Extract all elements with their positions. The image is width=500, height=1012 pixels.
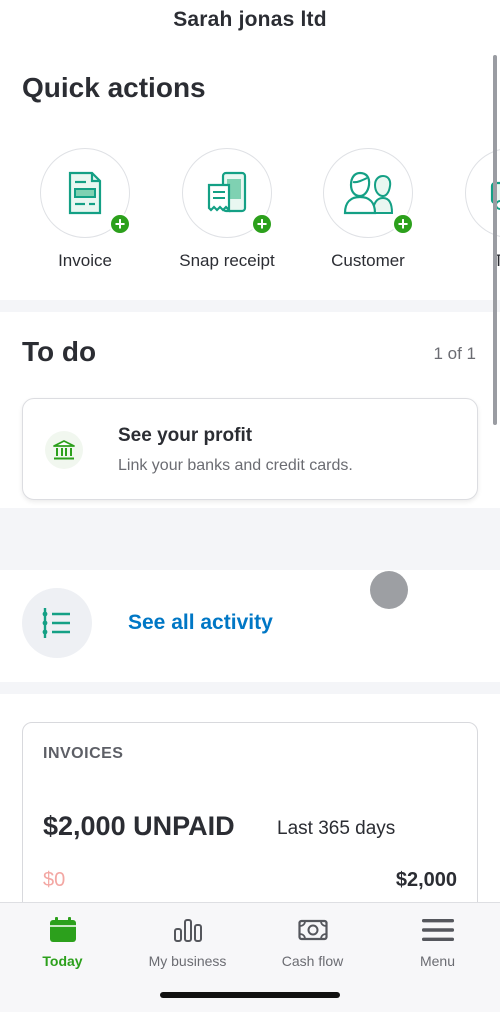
quick-action-label: Customer [331, 251, 405, 270]
todo-title: To do [22, 336, 97, 367]
invoices-min-label: $0 [43, 869, 66, 891]
nav-today[interactable]: Today [0, 913, 125, 969]
quick-action-snap-receipt[interactable]: + Snap receipt [157, 148, 297, 271]
receipt-icon [207, 171, 247, 213]
invoices-unpaid-amount: $2,000 UNPAID [43, 811, 235, 841]
quick-action-track[interactable]: Trac [440, 148, 500, 271]
home-indicator[interactable] [160, 992, 340, 998]
activity-section: See all activity [0, 570, 500, 682]
todo-card-title: See your profit [118, 425, 253, 446]
nav-label: My business [148, 953, 227, 969]
nav-label: Cash flow [281, 953, 344, 969]
invoice-icon [68, 171, 102, 215]
calendar-icon [49, 917, 76, 942]
touch-indicator [370, 571, 408, 609]
quick-actions-title: Quick actions [22, 72, 206, 103]
nav-label: Today [42, 953, 83, 969]
plus-icon: + [392, 213, 414, 235]
bar-chart-icon [173, 919, 202, 942]
invoices-heading: INVOICES [43, 745, 124, 762]
hamburger-icon [421, 919, 454, 941]
quick-action-customer[interactable]: + Customer [298, 148, 438, 271]
quick-action-label: Trac [440, 251, 500, 271]
invoices-card[interactable]: INVOICES $2,000 UNPAID Last 365 days $0 … [22, 722, 478, 902]
invoices-max-label: $2,000 [395, 869, 457, 891]
bank-icon [53, 440, 75, 460]
quick-action-invoice[interactable]: + Invoice [15, 148, 155, 271]
invoices-section: INVOICES $2,000 UNPAID Last 365 days $0 … [0, 694, 500, 902]
todo-card-subtitle: Link your banks and credit cards. [118, 457, 353, 474]
todo-section: To do 1 of 1 See your profit Link your b… [0, 312, 500, 508]
see-your-profit-card[interactable]: See your profit Link your banks and cred… [22, 398, 478, 500]
plus-icon: + [251, 213, 273, 235]
quick-action-label: Snap receipt [179, 251, 275, 270]
company-title[interactable]: Sarah jonas ltd [173, 8, 327, 32]
nav-label: Menu [419, 953, 456, 969]
quick-action-customer-circle[interactable]: + [323, 148, 414, 238]
plus-icon: + [109, 213, 131, 235]
nav-menu[interactable]: Menu [375, 913, 500, 969]
app-screen: Sarah jonas ltd Quick actions + Invoice [0, 0, 500, 1012]
quick-actions-section: Quick actions + Invoice + Snap receipt +… [0, 48, 500, 300]
app-header: Sarah jonas ltd [0, 0, 500, 48]
invoices-period: Last 365 days [277, 818, 396, 839]
quick-action-invoice-circle[interactable]: + [40, 148, 131, 238]
quick-action-label: Invoice [58, 251, 112, 270]
bank-icon-badge [45, 431, 83, 469]
nav-cash-flow[interactable]: Cash flow [250, 913, 375, 969]
customer-icon [343, 171, 393, 215]
activity-icon-badge [22, 588, 92, 658]
cash-icon [297, 919, 328, 941]
activity-list-icon [42, 608, 70, 638]
see-all-activity-link[interactable]: See all activity [128, 611, 273, 635]
quick-action-receipt-circle[interactable]: + [182, 148, 273, 238]
scrollbar[interactable] [493, 55, 497, 425]
nav-my-business[interactable]: My business [125, 913, 250, 969]
todo-pager: 1 of 1 [433, 344, 476, 363]
